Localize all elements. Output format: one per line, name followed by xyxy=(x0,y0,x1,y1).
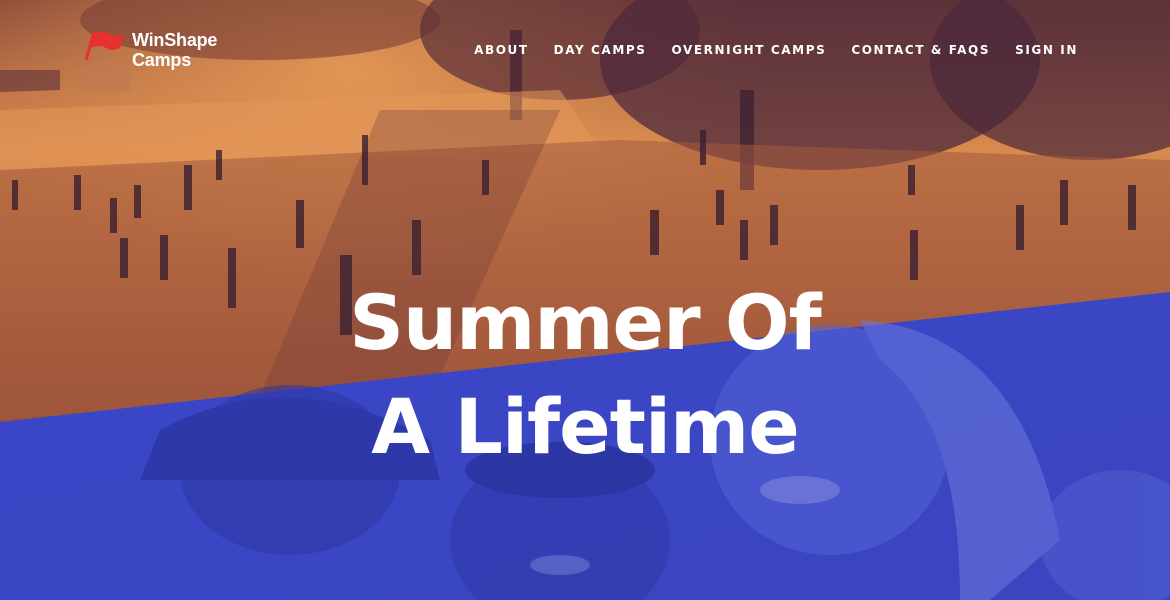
hero-headline: Summer Of A Lifetime xyxy=(0,271,1170,479)
logo-line-2: Camps xyxy=(132,50,192,70)
nav-sign-in[interactable]: SIGN IN xyxy=(1015,43,1078,57)
winshape-logo[interactable]: WinShape Camps xyxy=(84,30,217,70)
hero-headline-line-2: A Lifetime xyxy=(371,382,799,472)
nav-day-camps[interactable]: DAY CAMPS xyxy=(554,43,647,57)
nav-about[interactable]: ABOUT xyxy=(474,43,529,57)
hero-headline-line-1: Summer Of xyxy=(349,278,821,368)
red-flag-icon xyxy=(84,31,124,61)
nav-overnight-camps[interactable]: OVERNIGHT CAMPS xyxy=(672,43,827,57)
nav-contact-faqs[interactable]: CONTACT & FAQS xyxy=(851,43,990,57)
hero-section: WinShape Camps ABOUT DAY CAMPS OVERNIGHT… xyxy=(0,0,1170,600)
logo-wordmark: WinShape Camps xyxy=(132,30,217,70)
logo-line-1: WinShape xyxy=(132,30,218,50)
main-navigation: ABOUT DAY CAMPS OVERNIGHT CAMPS CONTACT … xyxy=(474,43,1078,57)
